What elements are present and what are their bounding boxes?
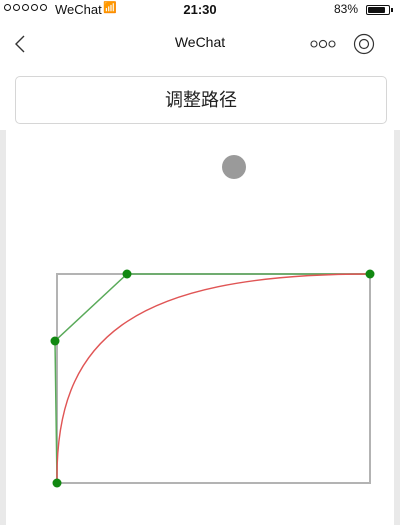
battery-icon: [366, 5, 393, 15]
animated-ball: [222, 155, 246, 179]
phone-screen: WeChat 📶 21:30 83% WeChat 调整路径: [0, 0, 400, 525]
more-button[interactable]: [310, 36, 336, 52]
adjust-path-button[interactable]: 调整路径: [15, 76, 387, 124]
bezier-canvas[interactable]: [0, 130, 400, 525]
more-dots-icon: [310, 39, 336, 49]
control-point-1[interactable]: [50, 336, 60, 346]
nav-title: WeChat: [174, 34, 226, 50]
control-point-2[interactable]: [122, 269, 132, 279]
control-point-start[interactable]: [52, 478, 62, 488]
close-button[interactable]: [352, 32, 376, 56]
battery-percent: 83%: [333, 2, 358, 16]
target-circle-icon: [353, 33, 375, 55]
control-polygon: [54, 273, 370, 484]
control-point-end[interactable]: [365, 269, 375, 279]
nav-bar: WeChat: [0, 22, 400, 66]
status-bar: WeChat 📶 21:30 83%: [0, 0, 400, 22]
canvas-frame: [56, 273, 371, 484]
bezier-curve: [56, 273, 371, 484]
